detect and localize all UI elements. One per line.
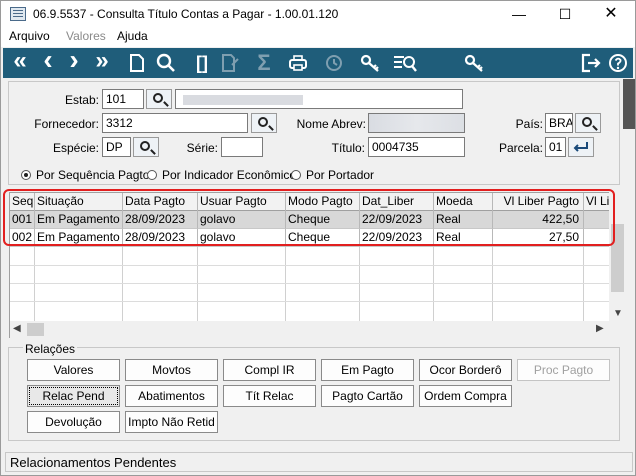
- menu-arquivo[interactable]: Arquivo: [9, 29, 50, 43]
- estab-label: Estab:: [64, 93, 99, 107]
- first-record-icon[interactable]: «: [7, 48, 33, 78]
- maximize-button[interactable]: ☐: [542, 1, 588, 27]
- proc-pagto-button: Proc Pagto: [517, 359, 610, 381]
- em-pagto-button[interactable]: Em Pagto: [321, 359, 414, 381]
- relations-title: Relações: [23, 342, 78, 356]
- grid-line: [492, 247, 493, 321]
- grid-line: [10, 301, 610, 302]
- radio-portador[interactable]: [291, 170, 301, 180]
- pagto-cartao-button[interactable]: Pagto Cartão: [321, 385, 414, 407]
- serie-label: Série:: [186, 141, 218, 155]
- parcela-enter-button[interactable]: [568, 137, 594, 157]
- last-record-icon[interactable]: »: [89, 48, 115, 78]
- highlight-outline: [3, 189, 615, 246]
- valores-button[interactable]: Valores: [27, 359, 120, 381]
- grid-line: [34, 247, 35, 321]
- grid-line: [359, 247, 360, 321]
- tit-relac-button[interactable]: Tít Relac: [223, 385, 316, 407]
- enter-icon: [573, 142, 588, 152]
- abatimentos-button[interactable]: Abatimentos: [125, 385, 218, 407]
- main-window: 06.9.5537 - Consulta Título Contas a Pag…: [0, 0, 636, 476]
- scroll-right-icon[interactable]: ▶: [596, 323, 604, 334]
- key-icon[interactable]: [357, 48, 383, 78]
- fornecedor-field[interactable]: 3312: [102, 113, 248, 133]
- grid-line: [10, 265, 610, 266]
- especie-search-button[interactable]: [133, 137, 159, 157]
- filter-list-icon[interactable]: [389, 48, 421, 78]
- horizontal-scrollbar[interactable]: ◀ ▶: [10, 321, 609, 338]
- pais-label: País:: [515, 117, 543, 131]
- devolucao-button[interactable]: Devolução: [27, 411, 120, 433]
- search-icon: [140, 141, 150, 151]
- estab-search-button[interactable]: [146, 89, 172, 109]
- nome-abrev-label: Nome Abrev:: [296, 117, 366, 131]
- radio-portador-label: Por Portador: [306, 168, 375, 182]
- exit-icon[interactable]: [577, 48, 603, 78]
- key-search-icon[interactable]: [461, 48, 487, 78]
- grid-line: [433, 247, 434, 321]
- grid-line: [197, 247, 198, 321]
- pais-field[interactable]: BRA: [545, 113, 573, 133]
- history-icon: [321, 48, 347, 78]
- redacted-text: [183, 95, 303, 105]
- status-bar: Relacionamentos Pendentes: [5, 452, 633, 472]
- relac-pend-button[interactable]: Relac Pend: [27, 385, 120, 407]
- especie-field[interactable]: DP: [102, 137, 131, 157]
- next-record-icon[interactable]: ›: [61, 46, 87, 78]
- brackets-icon[interactable]: []: [189, 48, 215, 78]
- scroll-down-icon[interactable]: ▼: [613, 308, 623, 319]
- app-icon: [10, 7, 26, 21]
- parcela-label: Parcela:: [498, 141, 543, 155]
- movtos-button[interactable]: Movtos: [125, 359, 218, 381]
- title-bar: 06.9.5537 - Consulta Título Contas a Pag…: [1, 1, 635, 27]
- minimize-button[interactable]: —: [496, 1, 542, 27]
- search-icon: [153, 93, 163, 103]
- menu-valores[interactable]: Valores: [66, 29, 106, 43]
- toolbar: « ‹ › » [] Σ: [3, 46, 633, 78]
- especie-label: Espécie:: [52, 141, 99, 155]
- fornecedor-label: Fornecedor:: [34, 117, 99, 131]
- search-icon[interactable]: [153, 48, 179, 78]
- grid-line: [583, 247, 584, 321]
- edit-document-icon: [217, 48, 243, 78]
- radio-seq-pagto-label: Por Sequência Pagto: [36, 168, 150, 182]
- help-icon[interactable]: [605, 48, 631, 78]
- side-strip: [623, 79, 635, 129]
- ocor-bordero-button[interactable]: Ocor Borderô: [419, 359, 512, 381]
- new-document-icon[interactable]: [125, 48, 151, 78]
- grid-line: [122, 247, 123, 321]
- nome-abrev-field: [368, 113, 465, 133]
- radio-seq-pagto[interactable]: [21, 170, 31, 180]
- estab-field[interactable]: 101: [102, 89, 144, 109]
- previous-record-icon[interactable]: ‹: [35, 46, 61, 78]
- print-icon[interactable]: [285, 48, 311, 78]
- estab-name-field: [175, 89, 463, 109]
- grid-line: [285, 247, 286, 321]
- grid-line: [10, 283, 610, 284]
- parcela-field[interactable]: 01: [545, 137, 566, 157]
- impto-nao-retid-button[interactable]: Impto Não Retid: [125, 411, 218, 433]
- titulo-field[interactable]: 0004735: [368, 137, 465, 157]
- search-icon: [582, 117, 592, 127]
- menu-bar: Arquivo Valores Ajuda: [1, 27, 635, 47]
- close-button[interactable]: ✕: [588, 1, 634, 27]
- fornecedor-search-button[interactable]: [251, 113, 277, 133]
- ordem-compra-button[interactable]: Ordem Compra: [419, 385, 512, 407]
- scroll-left-icon[interactable]: ◀: [13, 323, 21, 334]
- titulo-label: Título:: [331, 141, 365, 155]
- compl-ir-button[interactable]: Compl IR: [223, 359, 316, 381]
- sum-icon: Σ: [257, 50, 271, 75]
- menu-ajuda[interactable]: Ajuda: [117, 29, 148, 43]
- window-title: 06.9.5537 - Consulta Título Contas a Pag…: [33, 7, 339, 21]
- scroll-thumb[interactable]: [27, 323, 44, 336]
- search-icon: [258, 117, 268, 127]
- pais-search-button[interactable]: [575, 113, 601, 133]
- radio-indicador-economico[interactable]: [147, 170, 157, 180]
- serie-field[interactable]: [221, 137, 263, 157]
- radio-indicador-economico-label: Por Indicador Econômico: [162, 168, 297, 182]
